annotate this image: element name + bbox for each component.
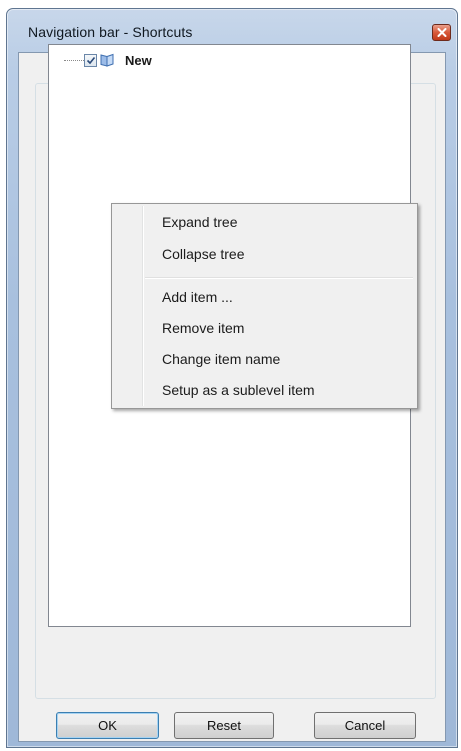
menu-item-add-item[interactable]: Add item ...	[115, 283, 414, 310]
menu-separator	[145, 277, 413, 279]
menu-item-change-item-name[interactable]: Change item name	[115, 345, 414, 372]
menu-item-expand-tree[interactable]: Expand tree	[115, 208, 414, 235]
checkmark-icon	[86, 56, 95, 64]
cancel-button[interactable]: Cancel	[314, 712, 416, 739]
context-menu: Expand tree Collapse tree Add item ... R…	[111, 203, 418, 409]
close-button[interactable]	[432, 24, 451, 41]
reset-button[interactable]: Reset	[174, 712, 274, 739]
tree-node-label: New	[125, 52, 152, 68]
tree-node[interactable]: New	[64, 51, 152, 69]
menu-item-setup-sublevel[interactable]: Setup as a sublevel item	[115, 376, 414, 403]
tree-connector-line	[64, 59, 84, 61]
window-title: Navigation bar - Shortcuts	[28, 24, 193, 40]
node-checkbox[interactable]	[84, 53, 97, 67]
menu-item-remove-item[interactable]: Remove item	[115, 314, 414, 341]
menu-item-collapse-tree[interactable]: Collapse tree	[115, 240, 414, 267]
ok-button[interactable]: OK	[56, 712, 159, 739]
book-icon	[100, 53, 114, 67]
close-icon	[437, 28, 446, 37]
